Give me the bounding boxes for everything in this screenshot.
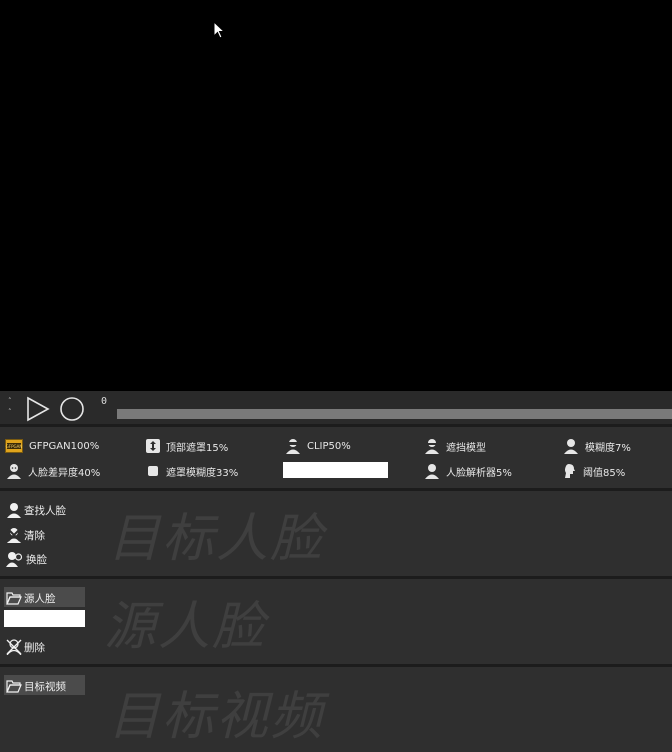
top-mask-control[interactable]: 顶部遮罩15% (146, 437, 228, 455)
target-video-watermark: 目标视频 (108, 687, 325, 747)
side-profile-icon (565, 464, 575, 478)
mouse-cursor-icon (213, 21, 226, 39)
face-parser-control[interactable]: 人脸解析器5% (424, 462, 512, 480)
video-preview[interactable] (0, 0, 672, 391)
play-button[interactable] (25, 396, 51, 422)
clip-control[interactable]: CLIP50% (285, 437, 351, 455)
delete-label: 删除 (24, 641, 45, 654)
blur-label: 模糊度7% (585, 442, 631, 454)
source-faces-panel (0, 579, 672, 664)
clip-label: CLIP50% (307, 440, 351, 452)
folder-open-icon (6, 592, 22, 605)
top-mask-label: 顶部遮罩15% (166, 442, 229, 454)
timeline-slider[interactable] (117, 409, 672, 419)
zoom-down-icon[interactable]: ˄ (8, 409, 12, 416)
source-faces-button[interactable]: 源人脸 (6, 589, 56, 607)
vertical-arrows-icon (146, 439, 160, 453)
mask-blur-control[interactable]: 遮罩模糊度33% (146, 462, 238, 480)
target-faces-panel (0, 491, 672, 576)
face-diff-label: 人脸差异度40% (28, 467, 101, 479)
swap-faces-button[interactable]: 换脸 (6, 550, 47, 568)
person-icon (7, 503, 21, 518)
source-face-search-input[interactable] (4, 610, 85, 627)
blur-control[interactable]: 模糊度7% (563, 437, 631, 455)
zoom-up-icon[interactable]: ˄ (8, 398, 12, 405)
frame-number: 0 (101, 396, 108, 407)
threshold-label: 阈值85% (583, 467, 626, 479)
clear-faces-button[interactable]: 清除 (6, 526, 45, 544)
find-faces-label: 查找人脸 (24, 504, 66, 517)
face-diff-control[interactable]: 人脸差异度40% (6, 462, 100, 480)
source-faces-watermark: 源人脸 (104, 597, 267, 657)
text-input-field[interactable] (283, 462, 388, 478)
occluder-label: 遮挡模型 (446, 442, 486, 454)
source-faces-label: 源人脸 (24, 592, 56, 605)
svg-text:GFPGAN: GFPGAN (6, 444, 23, 449)
target-video-label: 目标视频 (24, 680, 66, 693)
swap-people-icon (6, 552, 23, 567)
clear-person-icon (7, 528, 21, 543)
face-parser-label: 人脸解析器5% (446, 467, 512, 479)
target-faces-watermark: 目标人脸 (108, 509, 325, 569)
gfpgan-control[interactable]: GFPGAN GFPGAN100% (5, 437, 99, 455)
mask-blur-label: 遮罩模糊度33% (166, 467, 239, 479)
swap-faces-label: 换脸 (26, 553, 47, 566)
occluder-control[interactable]: 遮挡模型 (424, 437, 486, 455)
find-faces-button[interactable]: 查找人脸 (6, 501, 66, 519)
blur-square-icon (148, 466, 158, 476)
delete-person-icon (6, 639, 22, 655)
gfpgan-label: GFPGAN100% (29, 440, 100, 452)
face-parser-icon (425, 464, 439, 479)
folder-open-icon (6, 680, 22, 693)
gfpgan-icon: GFPGAN (5, 439, 23, 453)
face-compare-icon (7, 464, 21, 479)
record-button[interactable] (59, 396, 85, 422)
threshold-control[interactable]: 阈值85% (563, 462, 625, 480)
clear-faces-label: 清除 (24, 529, 45, 542)
masked-face-icon (286, 439, 300, 454)
occluded-face-icon (425, 439, 439, 454)
target-video-button[interactable]: 目标视频 (6, 677, 66, 695)
target-video-panel (0, 667, 672, 752)
delete-button[interactable]: 删除 (6, 638, 45, 656)
person-icon (564, 439, 578, 454)
